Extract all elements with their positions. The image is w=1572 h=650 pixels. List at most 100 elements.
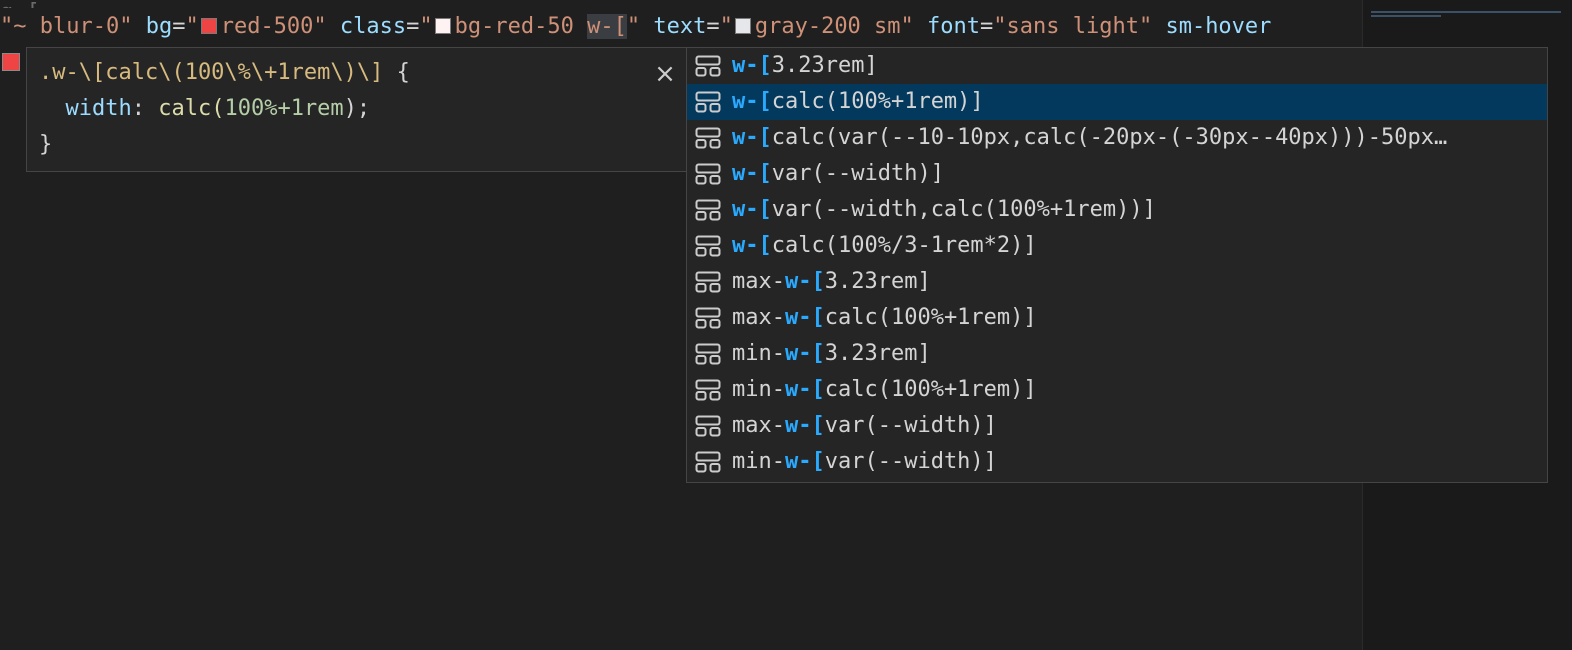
suggestion-rest: calc(100%+1rem)] (824, 305, 1037, 330)
selected-token: w-[ (587, 14, 627, 39)
suggestion-item[interactable]: max-w-[var(--width)] (687, 408, 1547, 444)
suggestion-label: w-[var(--width,calc(100%+1rem))] (732, 192, 1512, 228)
suggestion-label: w-[calc(100%/3-1rem*2)] (732, 228, 1512, 264)
class-utility-icon (695, 415, 721, 437)
suggestion-rest: 3.23rem] (824, 269, 931, 294)
suggestion-item[interactable]: w-[calc(100%+1rem)] (687, 84, 1547, 120)
class-utility-icon (695, 343, 721, 365)
suggestion-prefix: min- (732, 449, 785, 474)
suggestion-label: w-[3.23rem] (732, 48, 1512, 84)
suggestion-rest: 3.23rem] (824, 341, 931, 366)
code-token: text (653, 14, 707, 39)
code-token: bg-red-50 (454, 14, 588, 39)
class-utility-icon (695, 55, 721, 77)
class-utility-icon (695, 163, 721, 185)
suggestion-label: min-w-[3.23rem] (732, 336, 1512, 372)
color-swatch-icon (200, 18, 217, 34)
css-property: width (65, 96, 132, 121)
suggestion-item[interactable]: w-[var(--width,calc(100%+1rem))] (687, 192, 1547, 228)
suggestion-item[interactable]: w-[3.23rem] (687, 48, 1547, 84)
suggestion-prefix: min- (732, 341, 785, 366)
suggestion-label: min-w-[var(--width)] (732, 444, 1512, 480)
color-swatch-icon (734, 18, 751, 34)
code-token: red-500" (220, 14, 340, 39)
css-paren: ( (211, 96, 225, 121)
css-open-brace: { (383, 60, 410, 85)
suggestion-match: w-[ (784, 377, 825, 402)
suggestion-rest: var(--width)] (824, 413, 997, 438)
code-token: " (719, 14, 733, 39)
class-utility-icon (695, 127, 721, 149)
class-utility-icon (695, 91, 721, 113)
code-token: font (927, 14, 981, 39)
suggestion-match: w-[ (732, 125, 772, 150)
css-selector: .w-\[calc\(100\%\+1rem\)\] (39, 60, 384, 85)
minimap-line (1371, 15, 1441, 17)
suggestion-label: w-[var(--width)] (732, 156, 1512, 192)
suggestion-item[interactable]: w-[calc(100%/3-1rem*2)] (687, 228, 1547, 264)
class-utility-icon (695, 271, 721, 293)
suggestion-label: w-[calc(100%+1rem)] (732, 84, 1512, 120)
color-swatch-icon (434, 18, 451, 34)
css-colon: : (131, 96, 159, 121)
suggestion-item[interactable]: min-w-[3.23rem] (687, 336, 1547, 372)
hover-css-preview: .w-\[calc\(100\%\+1rem\)\] { width: calc… (26, 47, 712, 172)
suggestion-rest: calc(var(--10-10px,calc(-20px-(-30px--40… (771, 125, 1448, 150)
suggestion-rest: var(--width)] (824, 449, 997, 474)
code-token: = (706, 14, 720, 39)
suggestion-match: w-[ (784, 449, 825, 474)
suggestion-label: max-w-[calc(100%+1rem)] (732, 300, 1512, 336)
suggestion-label: min-w-[calc(100%+1rem)] (732, 372, 1512, 408)
suggestion-match: w-[ (784, 413, 825, 438)
color-swatch-gutter-icon (2, 53, 20, 71)
suggestion-item[interactable]: max-w-[3.23rem] (687, 264, 1547, 300)
suggestion-rest: 3.23rem] (771, 53, 878, 78)
suggestion-match: w-[ (732, 53, 772, 78)
class-utility-icon (695, 379, 721, 401)
code-token: gray-200 sm" (754, 14, 928, 39)
code-token: " (185, 14, 199, 39)
suggestion-item[interactable]: min-w-[calc(100%+1rem)] (687, 372, 1547, 408)
suggestion-label: max-w-[var(--width)] (732, 408, 1512, 444)
minimap-line (1371, 11, 1561, 13)
suggestion-item[interactable]: w-[var(--width)] (687, 156, 1547, 192)
code-token: class (339, 14, 407, 39)
suggestion-rest: var(--width,calc(100%+1rem))] (771, 197, 1156, 222)
css-paren-close: ); (343, 96, 371, 121)
code-token: "sans light" (993, 14, 1166, 39)
css-preview-code: .w-\[calc\(100\%\+1rem\)\] { width: calc… (39, 55, 410, 163)
suggestion-label: max-w-[3.23rem] (732, 264, 1512, 300)
code-line[interactable]: "~ blur-0" bg=" red-500" class=" bg-red-50… (0, 9, 1362, 45)
css-close-brace: } (39, 132, 53, 157)
suggestion-item[interactable]: max-w-[calc(100%+1rem)] (687, 300, 1547, 336)
class-utility-icon (695, 307, 721, 329)
code-token: = (406, 14, 420, 39)
suggestion-prefix: max- (732, 305, 785, 330)
suggestion-match: w-[ (732, 161, 772, 186)
code-token: = (172, 14, 186, 39)
close-icon[interactable]: × (653, 61, 677, 87)
css-function: calc (158, 96, 212, 121)
suggestion-list[interactable]: w-[3.23rem] w-[calc(100%+1rem)] w-[calc(va… (686, 47, 1548, 483)
suggestion-rest: calc(100%+1rem)] (824, 377, 1037, 402)
class-utility-icon (695, 451, 721, 473)
css-value: 100%+1rem (224, 96, 344, 121)
suggestion-rest: calc(100%/3-1rem*2)] (771, 233, 1037, 258)
partial-line-above: g [ (0, 0, 1362, 8)
suggestion-label: w-[calc(var(--10-10px,calc(-20px-(-30px-… (732, 120, 1512, 156)
suggestion-prefix: min- (732, 377, 785, 402)
suggestion-item[interactable]: w-[calc(var(--10-10px,calc(-20px-(-30px-… (687, 120, 1547, 156)
suggestion-prefix: max- (732, 269, 785, 294)
code-token: " (626, 14, 654, 39)
code-token: "~ blur-0" (0, 14, 146, 39)
suggestion-rest: var(--width)] (771, 161, 944, 186)
suggestion-match: w-[ (784, 269, 825, 294)
code-token: bg (145, 14, 173, 39)
code-editor[interactable]: g [ "~ blur-0" bg="red-500" class="bg-re… (0, 0, 1572, 650)
suggestion-match: w-[ (784, 341, 825, 366)
class-utility-icon (695, 235, 721, 257)
suggestion-match: w-[ (732, 233, 772, 258)
suggestion-match: w-[ (732, 89, 772, 114)
suggestion-item[interactable]: min-w-[var(--width)] (687, 444, 1547, 480)
code-token: = (980, 14, 994, 39)
